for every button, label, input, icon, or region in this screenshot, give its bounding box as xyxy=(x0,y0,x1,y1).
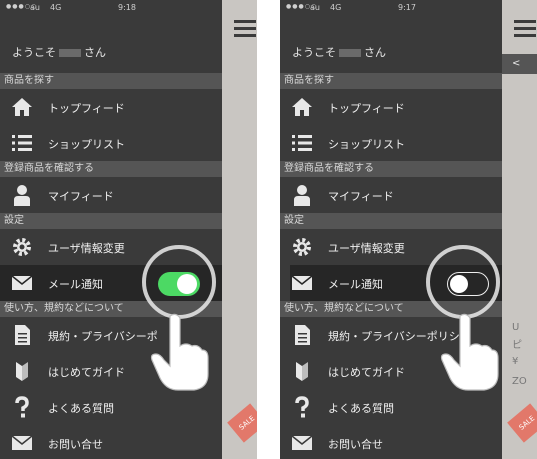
main-content-behind: SALE xyxy=(222,0,257,459)
phone-screen-after: ●●●○○ au 4G 9:17 < U ピ ¥ ZO SALE ようこそ さん … xyxy=(280,0,537,459)
home-icon xyxy=(12,98,32,116)
question-mark-icon xyxy=(295,396,309,418)
back-button[interactable]: < xyxy=(502,54,537,74)
tap-highlight-ring xyxy=(142,245,216,319)
list-icon xyxy=(12,135,32,151)
welcome-message: ようこそ さん xyxy=(12,46,106,59)
beginner-mark-icon xyxy=(296,362,308,381)
main-content-behind: < U ピ ¥ ZO SALE xyxy=(502,0,537,459)
status-bar: ●●●○○ au 4G 9:18 xyxy=(0,0,257,16)
side-menu: ようこそ さん 商品を探す トップフィード ショップリスト 登録商品を確認する マ… xyxy=(0,16,222,459)
menu-item-label: ショップリスト xyxy=(328,138,405,151)
section-header-settings: 設定 xyxy=(0,213,222,229)
network-type: 4G xyxy=(330,3,342,12)
document-icon xyxy=(295,325,310,345)
peek-text: ZO xyxy=(512,376,527,387)
tap-highlight-ring xyxy=(426,245,500,319)
sale-badge: SALE xyxy=(227,403,257,443)
person-icon xyxy=(294,185,310,206)
menu-item-my-feed[interactable]: マイフィード xyxy=(280,177,502,213)
menu-item-label: トップフィード xyxy=(328,102,405,115)
document-icon xyxy=(15,325,30,345)
section-header-browse: 商品を探す xyxy=(280,73,502,89)
menu-item-label: マイフィード xyxy=(48,190,114,203)
blurred-username xyxy=(59,49,81,57)
sale-badge: SALE xyxy=(507,403,537,443)
peek-text: ピ xyxy=(512,340,522,351)
person-icon xyxy=(14,185,30,206)
menu-item-faq[interactable]: よくある質問 xyxy=(0,389,222,425)
status-bar: ●●●○○ au 4G 9:17 xyxy=(280,0,537,16)
gear-icon xyxy=(293,238,311,256)
menu-item-label: ユーザ情報変更 xyxy=(328,242,405,255)
phone-screen-before: ●●●○○ au 4G 9:18 SALE ようこそ さん 商品を探す トップフィ… xyxy=(0,0,257,459)
envelope-icon xyxy=(11,275,33,290)
menu-item-label: メール通知 xyxy=(48,278,103,291)
menu-item-label: マイフィード xyxy=(328,190,394,203)
gear-icon xyxy=(13,238,31,256)
envelope-icon xyxy=(11,435,33,450)
question-mark-icon xyxy=(15,396,29,418)
list-icon xyxy=(292,135,312,151)
blurred-username xyxy=(339,49,361,57)
peek-price: ¥ xyxy=(512,356,519,367)
envelope-icon xyxy=(291,435,313,450)
side-menu: ようこそ さん 商品を探す トップフィード ショップリスト 登録商品を確認する マ… xyxy=(280,16,502,459)
menu-item-contact[interactable]: お問い合せ xyxy=(0,425,222,459)
carrier-name: au xyxy=(310,3,320,12)
section-header-browse: 商品を探す xyxy=(0,73,222,89)
menu-item-label: ショップリスト xyxy=(48,138,125,151)
section-header-settings: 設定 xyxy=(280,213,502,229)
menu-item-label: よくある質問 xyxy=(328,402,394,415)
peek-text: U xyxy=(512,322,520,333)
menu-item-contact[interactable]: お問い合せ xyxy=(280,425,502,459)
menu-item-top-feed[interactable]: トップフィード xyxy=(280,89,502,125)
menu-item-label: ユーザ情報変更 xyxy=(48,242,125,255)
beginner-mark-icon xyxy=(16,362,28,381)
menu-item-label: お問い合せ xyxy=(328,438,383,451)
section-header-registered: 登録商品を確認する xyxy=(0,161,222,177)
status-time: 9:18 xyxy=(118,3,136,12)
menu-item-label: はじめてガイド xyxy=(48,366,125,379)
menu-item-label: お問い合せ xyxy=(48,438,103,451)
menu-item-top-feed[interactable]: トップフィード xyxy=(0,89,222,125)
envelope-icon xyxy=(291,275,313,290)
hamburger-menu-icon[interactable] xyxy=(514,20,536,40)
menu-item-faq[interactable]: よくある質問 xyxy=(280,389,502,425)
hamburger-menu-icon[interactable] xyxy=(234,20,256,40)
pointing-hand-icon xyxy=(440,313,499,391)
menu-item-shop-list[interactable]: ショップリスト xyxy=(0,125,222,161)
section-header-registered: 登録商品を確認する xyxy=(280,161,502,177)
menu-item-shop-list[interactable]: ショップリスト xyxy=(280,125,502,161)
menu-item-label: よくある質問 xyxy=(48,402,114,415)
carrier-name: au xyxy=(30,3,40,12)
network-type: 4G xyxy=(50,3,62,12)
menu-item-label: はじめてガイド xyxy=(328,366,405,379)
menu-item-label: メール通知 xyxy=(328,278,383,291)
welcome-message: ようこそ さん xyxy=(292,46,386,59)
menu-item-label: 規約・プライバシーポ xyxy=(48,330,158,343)
menu-item-my-feed[interactable]: マイフィード xyxy=(0,177,222,213)
pointing-hand-icon xyxy=(150,313,209,391)
home-icon xyxy=(292,98,312,116)
status-time: 9:17 xyxy=(398,3,416,12)
menu-item-label: トップフィード xyxy=(48,102,125,115)
